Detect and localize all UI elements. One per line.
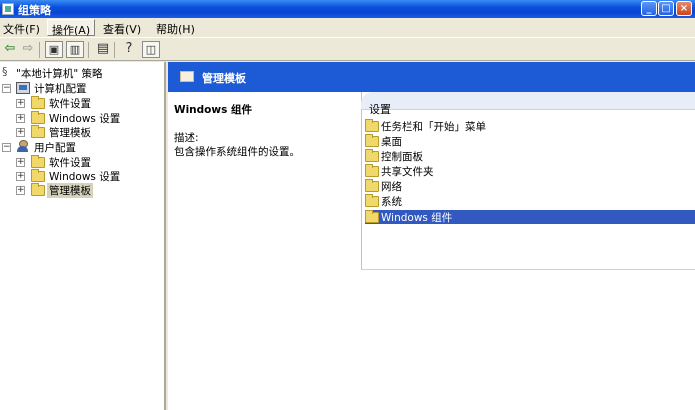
expand-icon[interactable]: +	[16, 172, 25, 181]
folder-icon	[365, 210, 379, 223]
list-item-label: 共享文件夹	[381, 166, 434, 178]
folder-icon	[365, 119, 379, 132]
help-icon[interactable]: ?	[120, 41, 138, 58]
properties-icon[interactable]: ▤	[94, 41, 112, 58]
pane-title: 管理模板	[202, 72, 246, 85]
settings-column-header[interactable]	[361, 92, 695, 110]
description-title: Windows 组件	[174, 104, 252, 116]
folder-icon	[365, 194, 379, 207]
close-button[interactable]: ×	[676, 1, 692, 16]
list-item[interactable]: 控制面板	[365, 149, 695, 163]
user-icon	[16, 140, 30, 153]
list-item-label: Windows 组件	[381, 212, 453, 224]
minimize-button[interactable]: _	[641, 1, 657, 16]
list-item[interactable]: 任务栏和「开始」菜单	[365, 119, 695, 133]
list-item-label: 系统	[381, 196, 402, 208]
folder-icon	[31, 169, 45, 182]
description-label: 描述:	[174, 132, 199, 144]
settings-header-label: 设置	[369, 103, 391, 116]
toolbar-separator	[114, 42, 115, 58]
toolbar: ⇦ ⇨ ▣ ▥ ▤ ? ◫	[0, 37, 695, 61]
list-item-label: 控制面板	[381, 151, 423, 163]
folder-icon	[31, 111, 45, 124]
folder-icon	[365, 149, 379, 162]
toolbar-separator	[39, 42, 40, 58]
folder-open-icon	[31, 183, 45, 196]
collapse-icon[interactable]: −	[2, 143, 11, 152]
folder-icon	[31, 155, 45, 168]
list-item-selected[interactable]: Windows 组件	[365, 210, 695, 224]
details-pane: 管理模板 Windows 组件 描述: 包含操作系统组件的设置。 设置 任务栏和…	[168, 62, 695, 410]
tree-item-label: 软件设置	[49, 157, 91, 169]
tree-item-label: Windows 设置	[49, 171, 121, 183]
maximize-button[interactable]: □	[658, 1, 674, 16]
menu-help[interactable]: 帮助(H)	[156, 21, 195, 37]
tree-item-label: 管理模板	[49, 127, 91, 139]
tree-item-label: 用户配置	[34, 142, 76, 154]
title-bar: 组策略 _ □ ×	[0, 0, 695, 18]
menu-file[interactable]: 文件(F)	[3, 21, 40, 37]
description-text: 包含操作系统组件的设置。	[174, 146, 300, 158]
toolbar-separator	[88, 42, 89, 58]
menu-view[interactable]: 查看(V)	[103, 21, 141, 37]
back-arrow-icon[interactable]: ⇦	[1, 41, 19, 58]
tree-item-label: 管理模板	[47, 183, 93, 198]
folder-icon	[365, 164, 379, 177]
folder-icon	[31, 125, 45, 138]
tree-item-label: 计算机配置	[34, 83, 87, 95]
list-item[interactable]: 桌面	[365, 134, 695, 148]
list-item-label: 网络	[381, 181, 402, 193]
list-item-label: 任务栏和「开始」菜单	[381, 121, 486, 133]
folder-icon	[365, 134, 379, 147]
list-item[interactable]: 共享文件夹	[365, 164, 695, 178]
export-list-icon[interactable]: ◫	[142, 41, 160, 58]
folder-icon	[31, 96, 45, 109]
menu-action[interactable]: 操作(A)	[47, 19, 96, 37]
expand-icon[interactable]: +	[16, 186, 25, 195]
folder-icon	[180, 71, 194, 82]
pane-header: 管理模板	[168, 62, 695, 92]
folder-icon	[365, 179, 379, 192]
tree-root-label: "本地计算机" 策略	[16, 68, 103, 80]
expand-icon[interactable]: +	[16, 158, 25, 167]
menu-bar: 文件(F) 操作(A) 查看(V) 帮助(H)	[0, 18, 695, 37]
collapse-icon[interactable]: −	[2, 84, 11, 93]
policy-icon: §	[2, 65, 8, 78]
up-folder-icon[interactable]: ▣	[45, 41, 63, 58]
window-title: 组策略	[18, 4, 51, 17]
forward-arrow-icon[interactable]: ⇨	[19, 41, 37, 58]
console-tree: § "本地计算机" 策略 − 计算机配置 + 软件设置 + Windows 设置…	[0, 62, 166, 410]
expand-icon[interactable]: +	[16, 128, 25, 137]
list-item[interactable]: 系统	[365, 194, 695, 208]
tree-item-label: Windows 设置	[49, 113, 121, 125]
expand-icon[interactable]: +	[16, 114, 25, 123]
computer-icon	[16, 82, 30, 94]
list-item-label: 桌面	[381, 136, 402, 148]
group-policy-icon	[2, 3, 14, 15]
expand-icon[interactable]: +	[16, 99, 25, 108]
tree-item-label: 软件设置	[49, 98, 91, 110]
list-item[interactable]: 网络	[365, 179, 695, 193]
show-hide-tree-icon[interactable]: ▥	[66, 41, 84, 58]
